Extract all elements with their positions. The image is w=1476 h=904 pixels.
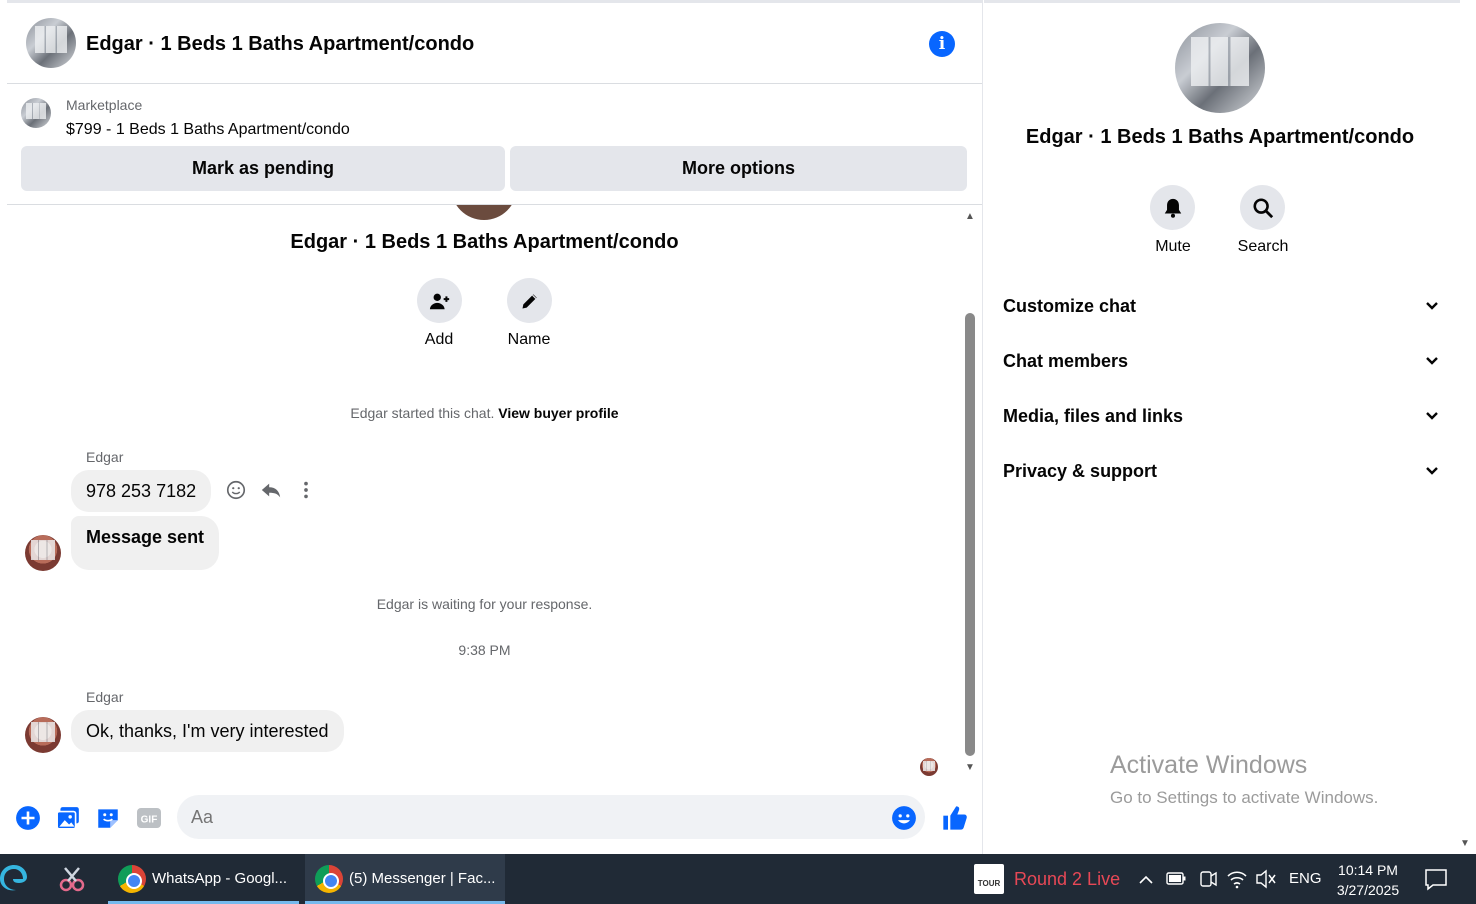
emoji-icon[interactable]: [891, 805, 917, 831]
scroll-down-arrow[interactable]: ▼: [963, 763, 977, 773]
chrome-icon: [118, 865, 146, 893]
add-people-button[interactable]: [417, 278, 462, 323]
scrollbar-thumb[interactable]: [965, 313, 975, 756]
watermark-title: Activate Windows: [1110, 751, 1308, 779]
battery-icon[interactable]: [1166, 854, 1186, 904]
read-receipt-avatar: [920, 758, 938, 776]
message-composer: GIF: [0, 793, 983, 843]
volume-muted-icon[interactable]: [1255, 854, 1277, 904]
section-label: Media, files and links: [1003, 406, 1184, 426]
chat-started-notice: Edgar started this chat. View buyer prof…: [7, 405, 957, 421]
section-label: Privacy & support: [1003, 461, 1158, 481]
add-label: Add: [424, 331, 454, 348]
section-label: Chat members: [1003, 351, 1129, 371]
mute-button[interactable]: [1150, 185, 1195, 230]
watermark-subtitle: Go to Settings to activate Windows.: [1110, 788, 1379, 807]
edge-browser-icon[interactable]: [0, 864, 30, 894]
chevron-up-icon[interactable]: [1138, 854, 1154, 904]
thumbs-up-icon[interactable]: [940, 805, 970, 831]
message-list: Edgar · 1 Beds 1 Baths Apartment/condo A…: [7, 205, 957, 785]
chrome-icon: [315, 865, 343, 893]
chat-header: Edgar · 1 Beds 1 Baths Apartment/condo i: [7, 0, 982, 84]
chat-started-text: Edgar started this chat.: [350, 405, 495, 421]
round-2-live-widget[interactable]: Round 2 Live: [1014, 854, 1120, 904]
sticker-icon[interactable]: [95, 805, 121, 831]
pencil-icon: [522, 293, 537, 308]
listing-thumbnail[interactable]: [21, 98, 51, 128]
taskbar-app-messenger[interactable]: (5) Messenger | Fac...: [305, 854, 505, 904]
section-media-files-links[interactable]: Media, files and links: [1003, 396, 1439, 436]
mark-as-pending-button[interactable]: Mark as pending: [21, 146, 505, 191]
conversation-title: Edgar · 1 Beds 1 Baths Apartment/condo: [290, 231, 679, 253]
chat-window: Edgar · 1 Beds 1 Baths Apartment/condo i…: [0, 0, 983, 854]
photo-icon[interactable]: [55, 805, 81, 831]
contact-avatar[interactable]: [26, 18, 76, 68]
section-customize-chat[interactable]: Customize chat: [1003, 286, 1439, 326]
panel-avatar[interactable]: [1175, 23, 1265, 113]
language-indicator[interactable]: ENG: [1289, 854, 1322, 904]
snipping-tool-icon[interactable]: [57, 864, 87, 894]
meet-now-icon[interactable]: [1199, 854, 1217, 904]
taskbar-app-whatsapp[interactable]: WhatsApp - Googl...: [108, 854, 299, 904]
conversation-avatar: [451, 205, 517, 220]
message-bubble[interactable]: 978 253 7182: [71, 470, 212, 512]
search-label: Search: [1237, 238, 1289, 255]
chat-info-panel: Edgar · 1 Beds 1 Baths Apartment/condo M…: [984, 0, 1460, 854]
react-emoji-icon[interactable]: [225, 479, 247, 507]
marketplace-listing-card: Marketplace $799 - 1 Beds 1 Baths Apartm…: [7, 85, 982, 205]
search-icon: [1252, 197, 1273, 218]
windows-taskbar: WhatsApp - Googl... (5) Messenger | Fac.…: [0, 854, 1476, 904]
activate-windows-watermark: Activate Windows Go to Settings to activ…: [1110, 751, 1378, 808]
tour-widget-icon[interactable]: TOUR: [974, 864, 1004, 894]
panel-title: Edgar · 1 Beds 1 Baths Apartment/condo: [1025, 126, 1415, 148]
section-label: Customize chat: [1003, 296, 1137, 316]
page-scroll-down-arrow[interactable]: ▼: [1460, 838, 1470, 849]
clock-date: 3/27/2025: [1336, 882, 1400, 898]
taskbar-app-label: (5) Messenger | Fac...: [349, 870, 496, 887]
gif-label: GIF: [141, 815, 158, 826]
view-buyer-profile-link[interactable]: View buyer profile: [498, 405, 618, 421]
mute-label: Mute: [1155, 238, 1191, 255]
section-privacy-support[interactable]: Privacy & support: [1003, 451, 1439, 491]
listing-title[interactable]: $799 - 1 Beds 1 Baths Apartment/condo: [66, 121, 350, 139]
chevron-down-icon: [1425, 286, 1439, 341]
chevron-down-icon: [1425, 341, 1439, 396]
more-options-button[interactable]: More options: [510, 146, 967, 191]
info-icon[interactable]: i: [929, 31, 955, 57]
search-button[interactable]: [1240, 185, 1285, 230]
message-sender: Edgar: [86, 689, 124, 705]
edit-name-button[interactable]: [507, 278, 552, 323]
name-label: Name: [507, 331, 551, 348]
message-bubble[interactable]: Message sent: [71, 516, 220, 570]
chat-title[interactable]: Edgar · 1 Beds 1 Baths Apartment/condo: [86, 33, 474, 56]
chevron-down-icon: [1425, 451, 1439, 506]
scroll-up-arrow[interactable]: ▲: [963, 212, 977, 222]
more-actions-icon[interactable]: [301, 479, 311, 507]
waiting-notice: Edgar is waiting for your response.: [376, 596, 593, 612]
message-timestamp: 9:38 PM: [458, 642, 511, 658]
sender-avatar[interactable]: [25, 717, 61, 753]
taskbar-app-label: WhatsApp - Googl...: [152, 870, 288, 887]
chevron-down-icon: [1425, 396, 1439, 451]
message-sender: Edgar: [86, 449, 124, 465]
add-person-icon: [429, 293, 449, 309]
reply-icon[interactable]: [259, 479, 283, 507]
gif-icon[interactable]: GIF: [135, 805, 163, 831]
sender-avatar[interactable]: [25, 535, 61, 571]
clock-time: 10:14 PM: [1338, 862, 1398, 878]
wifi-icon[interactable]: [1227, 854, 1247, 904]
section-chat-members[interactable]: Chat members: [1003, 341, 1439, 381]
message-bubble[interactable]: Ok, thanks, I'm very interested: [71, 710, 344, 752]
message-input[interactable]: [177, 795, 925, 839]
marketplace-label: Marketplace: [66, 97, 143, 113]
bell-icon: [1164, 198, 1181, 218]
notification-center-icon[interactable]: [1424, 854, 1448, 904]
screen: Edgar · 1 Beds 1 Baths Apartment/condo i…: [0, 0, 1476, 904]
plus-icon[interactable]: [15, 805, 41, 831]
system-clock[interactable]: 10:14 PM 3/27/2025: [1328, 860, 1408, 900]
page-scrollbar[interactable]: [1460, 0, 1476, 854]
